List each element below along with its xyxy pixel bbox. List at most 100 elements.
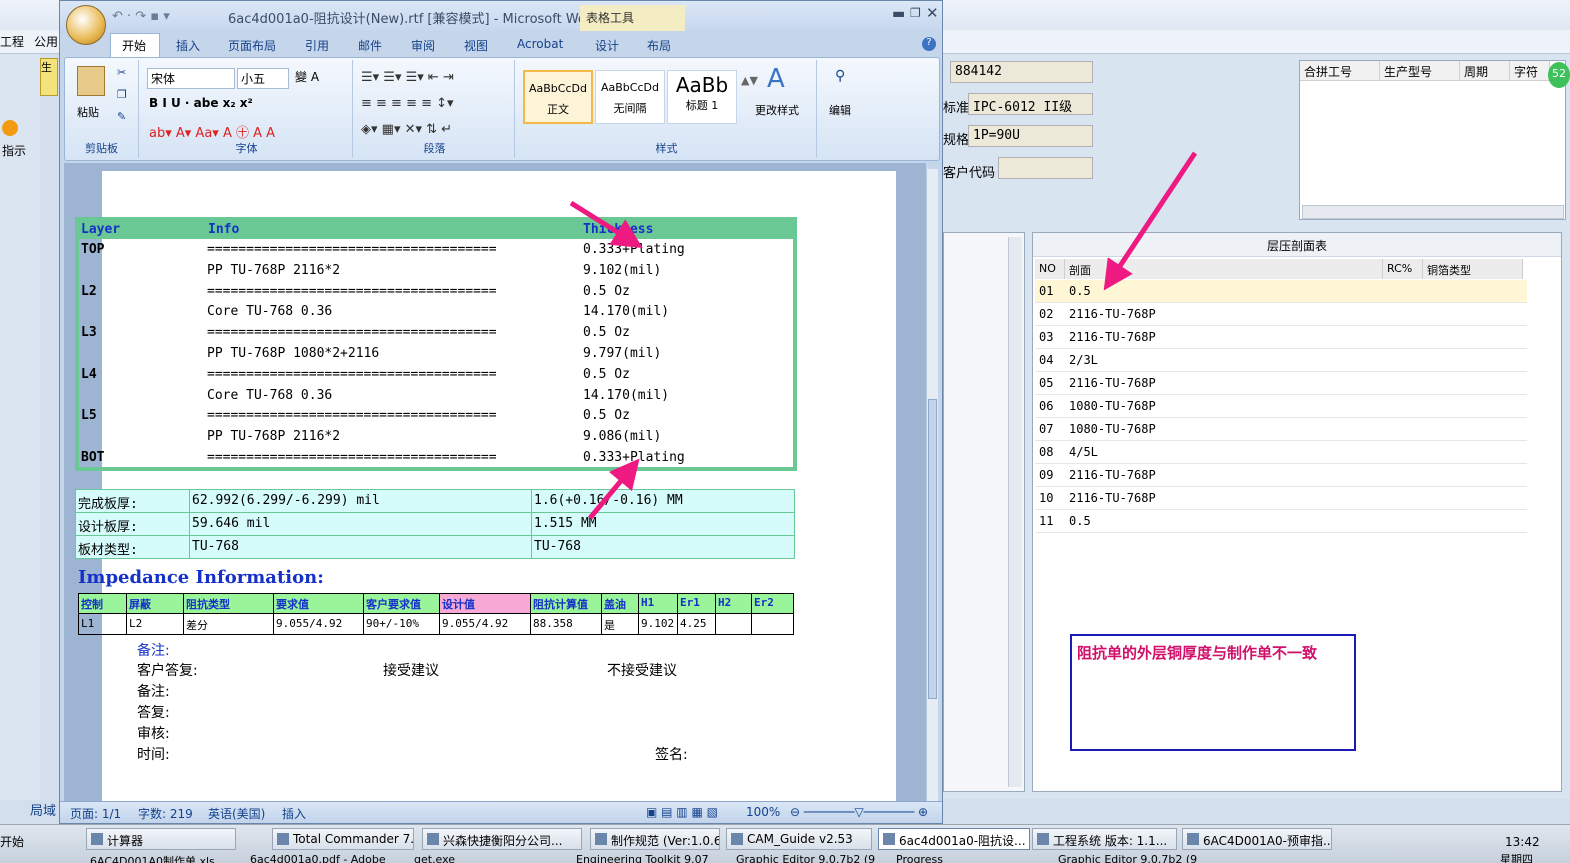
status-language[interactable]: 英语(美国) xyxy=(208,805,265,822)
impedance-cell[interactable] xyxy=(752,614,794,635)
stackup-row[interactable]: 09 2116-TU-768P xyxy=(1035,464,1527,487)
taskbar-button[interactable]: CAM_Guide v2.53 xyxy=(726,828,872,850)
stackup-row[interactable]: 08 4/5L xyxy=(1035,441,1527,464)
impedance-cell[interactable]: L2 xyxy=(127,614,184,635)
styles-scroll-icon[interactable]: ▲▼ xyxy=(741,74,758,87)
status-words[interactable]: 字数: 219 xyxy=(138,805,193,822)
taskbar-button[interactable]: 6ac4d001a0.pdf - Adobe xyxy=(250,853,400,863)
maximize-icon[interactable]: ❐ xyxy=(910,6,921,20)
notification-badge[interactable]: 52 xyxy=(1548,62,1570,88)
tab-home[interactable]: 开始 xyxy=(122,37,146,54)
tab-layout[interactable]: 布局 xyxy=(647,37,671,54)
font-tools-icons[interactable]: 變 A xyxy=(295,68,319,85)
impedance-cell[interactable]: 9.102 xyxy=(639,614,678,635)
impedance-cell[interactable]: 88.358 xyxy=(531,614,602,635)
paste-icon[interactable] xyxy=(77,66,105,96)
customer-code-field[interactable] xyxy=(998,157,1093,179)
edit-button[interactable]: 编辑 xyxy=(829,102,851,118)
stackup-col-rc[interactable]: RC% xyxy=(1383,259,1423,279)
taskbar-button[interactable]: 6AC4D001A0制作单.xls xyxy=(90,853,240,863)
format-buttons[interactable]: B I U · abe x₂ x² xyxy=(149,96,253,110)
minimize-icon[interactable]: ▬ xyxy=(892,6,905,22)
stackup-col-section[interactable]: 剖面 xyxy=(1065,259,1383,279)
tab-references[interactable]: 引用 xyxy=(305,37,329,54)
change-styles-icon[interactable]: A xyxy=(767,64,785,94)
tab-mailings[interactable]: 邮件 xyxy=(358,37,382,54)
taskbar-button[interactable]: 制作规范 (Ver:1.0.6) xyxy=(590,828,720,850)
style-normal[interactable]: AaBbCcDd 正文 xyxy=(523,70,593,124)
vertical-scrollbar[interactable] xyxy=(1008,237,1022,787)
change-styles-button[interactable]: 更改样式 xyxy=(755,102,799,118)
zoom-level[interactable]: 100% xyxy=(746,805,780,819)
start-button[interactable]: 开始 xyxy=(0,833,24,850)
tab-view[interactable]: 视图 xyxy=(464,37,488,54)
taskbar-button[interactable]: 兴森快捷衡阳分公司... xyxy=(422,828,582,850)
taskbar-button[interactable]: 6ac4d001a0-阻抗设... xyxy=(878,828,1030,850)
format-painter-icon[interactable]: ✎ xyxy=(117,110,126,123)
stackup-row[interactable]: 07 1080-TU-768P xyxy=(1035,418,1527,441)
close-icon[interactable]: ✕ xyxy=(926,4,939,22)
font-name-select[interactable]: 宋体 xyxy=(147,68,235,89)
help-icon[interactable]: ? xyxy=(922,37,936,51)
impedance-cell[interactable]: 9.055/4.92 xyxy=(440,614,531,635)
impedance-cell[interactable]: 9.055/4.92 xyxy=(274,614,364,635)
clock[interactable]: 13:42 xyxy=(1505,835,1540,849)
taskbar-button[interactable]: Graphic Editor 9.0.7b2 (9 xyxy=(736,853,886,863)
impedance-cell[interactable]: 4.25 xyxy=(678,614,716,635)
tab-page-layout[interactable]: 页面布局 xyxy=(228,37,276,54)
stackup-row[interactable]: 03 2116-TU-768P xyxy=(1035,326,1527,349)
style-heading-1[interactable]: AaBb 标题 1 xyxy=(667,70,737,124)
stackup-row[interactable]: 04 2/3L xyxy=(1035,349,1527,372)
list-buttons[interactable]: ☰▾ ☰▾ ☰▾ ⇤ ⇥ xyxy=(361,70,454,85)
view-buttons[interactable]: ▣ ▤ ▥ ▦ ▧ xyxy=(646,805,718,819)
grid-header[interactable]: 周期 xyxy=(1460,61,1510,81)
impedance-cell[interactable] xyxy=(716,614,752,635)
status-insert-mode[interactable]: 插入 xyxy=(282,805,306,822)
status-page[interactable]: 页面: 1/1 xyxy=(70,805,121,822)
tab-acrobat[interactable]: Acrobat xyxy=(517,37,563,51)
taskbar-button[interactable]: 计算器 xyxy=(86,828,236,850)
impedance-cell[interactable]: 90+/-10% xyxy=(364,614,440,635)
copy-icon[interactable]: ❐ xyxy=(117,88,127,101)
taskbar-button[interactable]: 6AC4D001A0-预审指... xyxy=(1182,828,1332,850)
tab-design[interactable]: 设计 xyxy=(595,37,619,54)
stackup-col-no[interactable]: NO xyxy=(1035,259,1065,279)
zoom-slider[interactable]: ⊖ ───────▽─────── ⊕ xyxy=(790,805,928,819)
taskbar-button[interactable]: get.exe xyxy=(414,853,564,863)
stackup-row[interactable]: 02 2116-TU-768P xyxy=(1035,303,1527,326)
yellow-tab[interactable]: 生 xyxy=(40,58,58,96)
horizontal-scrollbar[interactable] xyxy=(1302,205,1564,219)
taskbar-button[interactable]: Total Commander 7.0 ... xyxy=(272,828,414,850)
stackup-col-copper[interactable]: 铜箔类型 xyxy=(1423,259,1523,279)
vertical-scrollbar[interactable] xyxy=(926,169,938,801)
impedance-cell[interactable]: 差分 xyxy=(184,614,274,635)
impedance-cell[interactable]: L1 xyxy=(79,614,127,635)
font-size-select[interactable]: 小五 xyxy=(237,68,289,89)
taskbar-button[interactable]: Progress xyxy=(896,853,1046,863)
spec-field[interactable]: 1P=90U xyxy=(968,125,1093,147)
taskbar-button[interactable]: 工程系统 版本: 1.1... xyxy=(1032,828,1177,850)
menu-item-engineering[interactable]: 工程 xyxy=(0,33,24,50)
tab-insert[interactable]: 插入 xyxy=(176,37,200,54)
shading-border-buttons[interactable]: ◈▾ ▦▾ ✕▾ ⇅ ↵ xyxy=(361,122,452,137)
grid-header[interactable]: 合拼工号 xyxy=(1300,61,1380,81)
merge-grid[interactable]: 合拼工号 生产型号 周期 字符 xyxy=(1299,60,1566,220)
cut-icon[interactable]: ✂ xyxy=(117,66,126,79)
quick-access-toolbar[interactable]: ↶ · ↷ ▪ ▾ xyxy=(112,9,170,24)
order-number-field[interactable]: 884142 xyxy=(950,61,1093,83)
standard-field[interactable]: IPC-6012 II级 xyxy=(968,93,1093,115)
tab-review[interactable]: 审阅 xyxy=(411,37,435,54)
impedance-cell[interactable]: 是 xyxy=(602,614,639,635)
orange-icon[interactable] xyxy=(2,120,18,136)
stackup-row[interactable]: 11 0.5 xyxy=(1035,510,1527,533)
align-buttons[interactable]: ≡ ≡ ≡ ≡ ≡ ↕▾ xyxy=(361,96,454,111)
taskbar-button[interactable]: Engineering Toolkit 9.07 xyxy=(576,853,726,863)
middle-list-panel[interactable] xyxy=(943,232,1025,792)
scroll-thumb[interactable] xyxy=(928,399,937,699)
grid-header[interactable]: 生产型号 xyxy=(1380,61,1460,81)
font-color-buttons[interactable]: ab▾ A▾ Aa▾ A ㊉ A A xyxy=(149,122,275,141)
style-no-spacing[interactable]: AaBbCcDd 无间隔 xyxy=(595,70,665,124)
left-label-instruct[interactable]: 指示 xyxy=(2,142,26,159)
taskbar-button[interactable]: Graphic Editor 9.0.7b2 (9 xyxy=(1058,853,1208,863)
paste-button[interactable]: 粘贴 xyxy=(77,104,99,120)
